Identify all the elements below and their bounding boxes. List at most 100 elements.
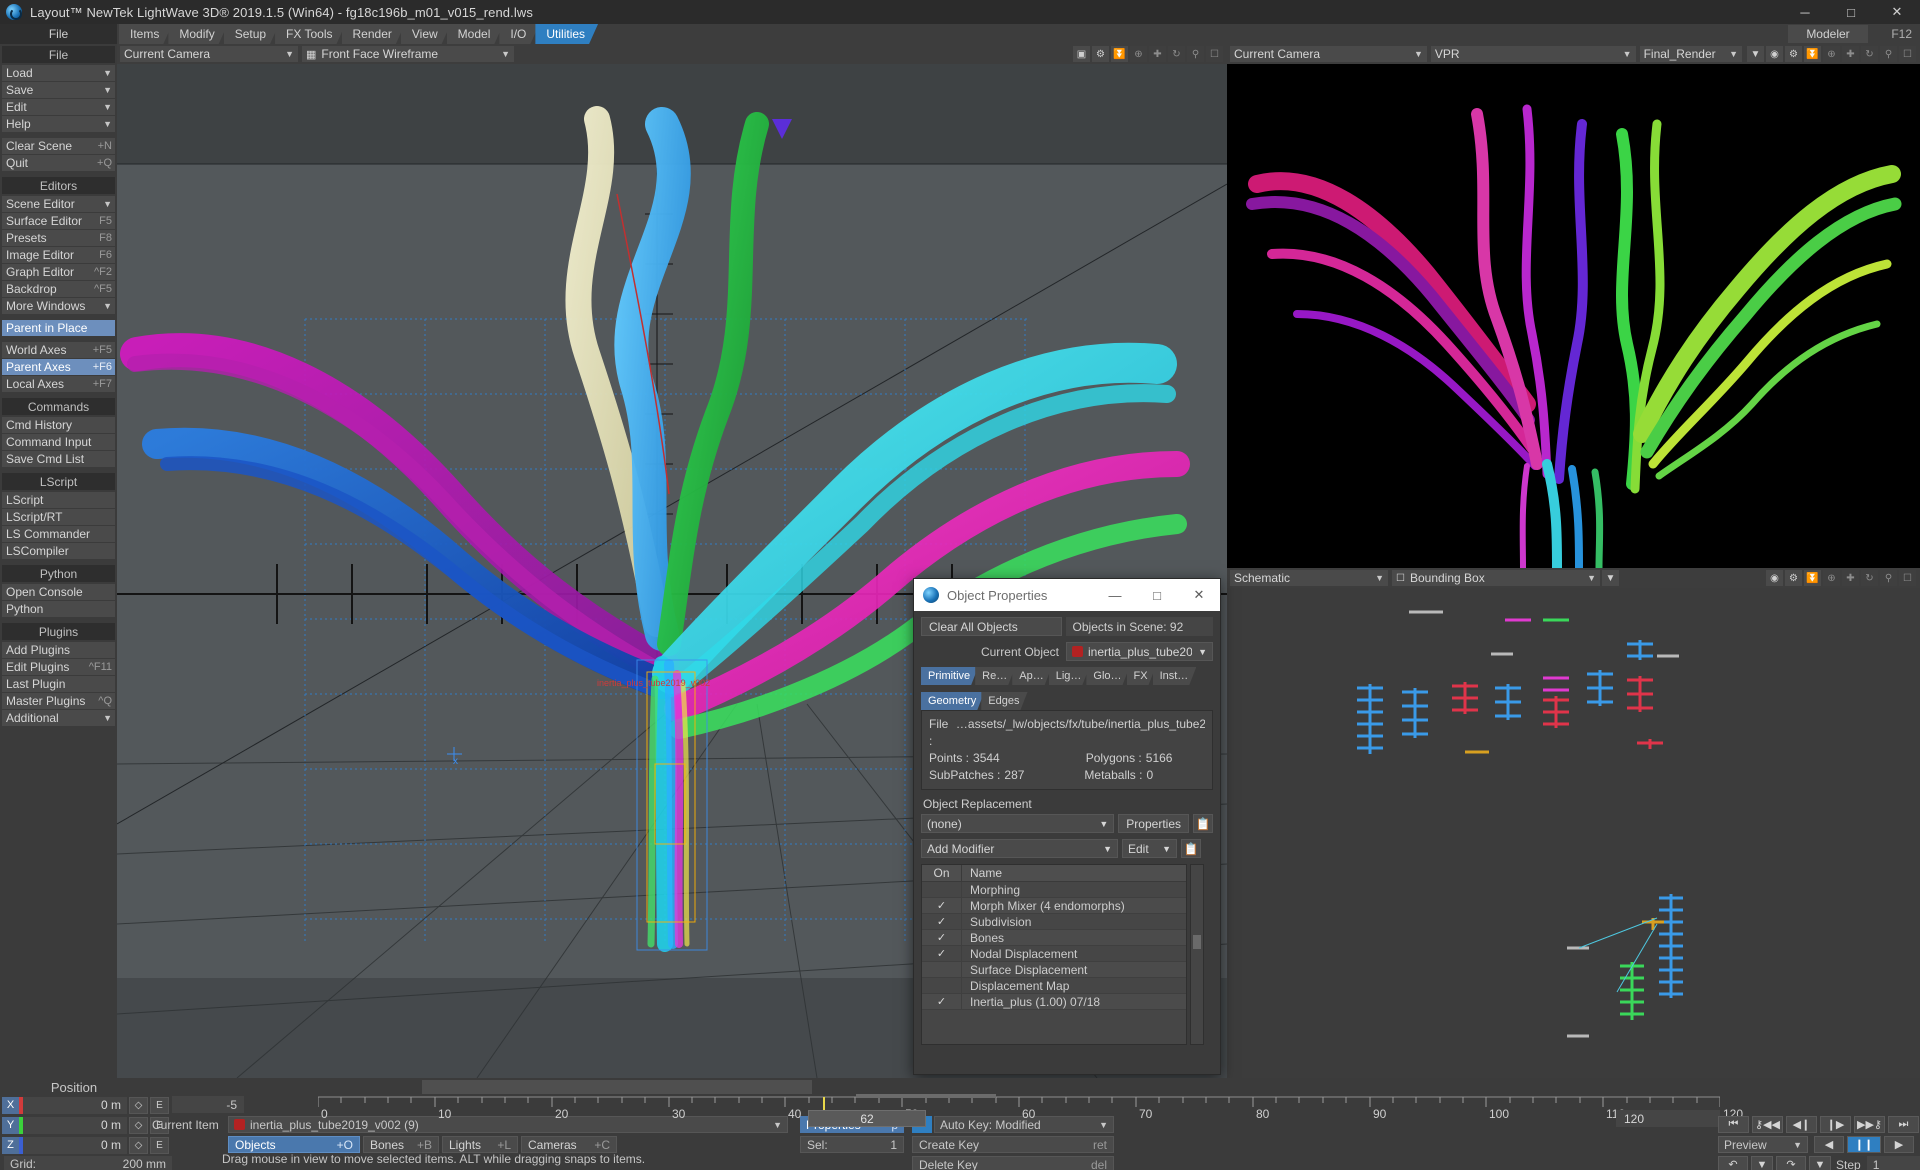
op-tab-2[interactable]: Ap… — [1012, 667, 1051, 685]
menu-tab-render[interactable]: Render — [342, 24, 405, 44]
viewport-export-icon[interactable]: ⏬ — [1111, 46, 1128, 62]
position-value-y[interactable]: 0 m — [23, 1116, 127, 1134]
sidebar-item-backdrop[interactable]: Backdrop ^F5 — [2, 281, 115, 297]
sidebar-item-presets[interactable]: Presets F8 — [2, 230, 115, 246]
sidebar-item-world-axes[interactable]: World Axes +F5 — [2, 342, 115, 358]
viewport-nav1-icon[interactable]: ⊕ — [1130, 46, 1147, 62]
sidebar-item-save[interactable]: Save ▼ — [2, 82, 115, 98]
modifier-clipboard-icon[interactable]: 📋 — [1181, 839, 1201, 858]
axis-nudge-icon[interactable]: ◇ — [129, 1136, 148, 1154]
table-row[interactable]: ✓ Morph Mixer (4 endomorphs) — [922, 898, 1186, 914]
modifier-edit-select[interactable]: Edit ▼ — [1122, 839, 1177, 858]
table-row[interactable]: ✓ Nodal Displacement — [922, 946, 1186, 962]
table-row[interactable]: Displacement Map — [922, 978, 1186, 994]
modifier-enabled-checkmark[interactable]: ✓ — [922, 946, 962, 961]
viewport-nav2-icon[interactable]: ✚ — [1149, 46, 1166, 62]
sidebar-item-lscript[interactable]: LScript — [2, 492, 115, 508]
prev-key-button[interactable]: ⚷◀◀ — [1752, 1116, 1783, 1133]
op-tab-6[interactable]: Inst… — [1153, 667, 1197, 685]
op-tab-4[interactable]: Glo… — [1086, 667, 1129, 685]
op-maximize-button[interactable]: □ — [1136, 579, 1178, 611]
viewport-rotate-icon[interactable]: ↻ — [1168, 46, 1185, 62]
sidebar-item-cmd-history[interactable]: Cmd History — [2, 417, 115, 433]
preview-select[interactable]: Preview ▼ — [1718, 1136, 1808, 1153]
prev-frame-button[interactable]: ◀❙ — [1786, 1116, 1817, 1133]
sidebar-item-last-plugin[interactable]: Last Plugin — [2, 676, 115, 692]
op-tab-0[interactable]: Primitive — [921, 667, 978, 685]
step-field[interactable]: 1 — [1866, 1156, 1920, 1170]
op-subtab-geometry[interactable]: Geometry — [921, 692, 984, 710]
sidebar-item-add-plugins[interactable]: Add Plugins — [2, 642, 115, 658]
add-modifier-select[interactable]: Add Modifier ▼ — [921, 839, 1118, 858]
schematic-save-icon[interactable]: ⏬ — [1804, 570, 1821, 586]
axis-badge-y[interactable]: Y — [2, 1116, 19, 1134]
table-row[interactable]: Morphing — [922, 882, 1186, 898]
sidebar-item-edit[interactable]: Edit ▼ — [2, 99, 115, 115]
schematic-chevron-icon[interactable]: ▼ — [1602, 570, 1619, 586]
viewport-display-mode-select[interactable]: ▦ Front Face Wireframe ▼ — [302, 46, 514, 62]
sidebar-item-help[interactable]: Help ▼ — [2, 116, 115, 132]
menu-tab-i-o[interactable]: I/O — [499, 24, 539, 44]
modifier-enabled-checkmark[interactable] — [922, 962, 962, 977]
modifier-table[interactable]: On Name Morphing ✓ Morph Mixer (4 endomorp… — [921, 864, 1187, 1045]
menu-tab-model[interactable]: Model — [447, 24, 504, 44]
op-tab-3[interactable]: Lig… — [1049, 667, 1090, 685]
next-key-button[interactable]: ▶▶⚷ — [1854, 1116, 1885, 1133]
close-button[interactable]: ✕ — [1874, 0, 1920, 24]
vpr-render-mode-select[interactable]: VPR ▼ — [1430, 46, 1636, 62]
schematic-display-mode-select[interactable]: ☐ Bounding Box ▼ — [1392, 570, 1600, 586]
last-frame-button[interactable]: ⏭ — [1888, 1116, 1919, 1133]
play-reverse-button[interactable]: ◀ — [1814, 1136, 1844, 1153]
modifier-enabled-checkmark[interactable]: ✓ — [922, 914, 962, 929]
menu-tab-fx-tools[interactable]: FX Tools — [275, 24, 345, 44]
table-row[interactable]: ✓ Bones — [922, 930, 1186, 946]
menu-tab-view[interactable]: View — [401, 24, 451, 44]
sidebar-item-load[interactable]: Load ▼ — [2, 65, 115, 81]
vpr-preset-select[interactable]: Final_Render ▼ — [1639, 46, 1742, 62]
object-replacement-clipboard-icon[interactable]: 📋 — [1193, 814, 1213, 833]
object-replacement-select[interactable]: (none) ▼ — [921, 814, 1115, 833]
sidebar-item-command-input[interactable]: Command Input — [2, 434, 115, 450]
undo-history-chevron-icon[interactable]: ▼ — [1751, 1156, 1773, 1170]
sidebar-item-lscompiler[interactable]: LSCompiler — [2, 543, 115, 559]
position-value-x[interactable]: 0 m — [23, 1096, 127, 1114]
create-key-button[interactable]: Create Key ret — [912, 1136, 1114, 1153]
menu-tab-utilities[interactable]: Utilities — [535, 24, 598, 44]
sidebar-item-quit[interactable]: Quit +Q — [2, 155, 115, 171]
modifier-enabled-checkmark[interactable] — [922, 882, 962, 897]
play-forward-button[interactable]: ▶ — [1884, 1136, 1914, 1153]
current-frame-field[interactable]: 62 — [808, 1110, 926, 1127]
schematic-zoom-icon[interactable]: ⚲ — [1880, 570, 1897, 586]
undo-button[interactable]: ↶ — [1718, 1156, 1748, 1170]
redo-history-chevron-icon[interactable]: ▼ — [1809, 1156, 1831, 1170]
sidebar-item-parent-axes[interactable]: Parent Axes +F6 — [2, 359, 115, 375]
schematic-view[interactable] — [1227, 588, 1920, 1078]
table-row[interactable]: ✓ Inertia_plus (1.00) 07/18 — [922, 994, 1186, 1010]
next-frame-button[interactable]: ❙▶ — [1820, 1116, 1851, 1133]
axis-badge-x[interactable]: X — [2, 1096, 19, 1114]
op-close-button[interactable]: ✕ — [1178, 579, 1220, 611]
current-object-select[interactable]: inertia_plus_tube20… ▼ — [1066, 642, 1213, 661]
sidebar-item-lscript-rt[interactable]: LScript/RT — [2, 509, 115, 525]
modifier-scrollbar-thumb[interactable] — [1193, 935, 1201, 949]
op-minimize-button[interactable]: — — [1094, 579, 1136, 611]
modeler-button[interactable]: Modeler — [1788, 25, 1868, 43]
vpr-nav2-icon[interactable]: ✚ — [1842, 46, 1859, 62]
menu-tab-modify[interactable]: Modify — [168, 24, 227, 44]
delete-key-button[interactable]: Delete Key del — [912, 1156, 1114, 1170]
sidebar-item-more-windows[interactable]: More Windows ▼ — [2, 298, 115, 314]
frame-start-field[interactable]: -5 — [172, 1096, 244, 1113]
vpr-nav1-icon[interactable]: ⊕ — [1823, 46, 1840, 62]
sidebar-item-python[interactable]: Python — [2, 601, 115, 617]
axis-badge-z[interactable]: Z — [2, 1136, 19, 1154]
redo-button[interactable]: ↷ — [1776, 1156, 1806, 1170]
menu-tab-items[interactable]: Items — [119, 24, 172, 44]
axis-envelope-button[interactable]: E — [150, 1096, 169, 1114]
sidebar-item-parent-in-place[interactable]: Parent in Place — [2, 320, 115, 336]
sidebar-item-additional[interactable]: Additional ▼ — [2, 710, 115, 726]
timeline[interactable]: 0102030405060708090100110120 62 120 — [317, 1094, 1743, 1128]
vpr-settings-gear-icon[interactable]: ⚙ — [1785, 46, 1802, 62]
vpr-render-view[interactable] — [1227, 64, 1920, 568]
axis-nudge-icon[interactable]: ◇ — [129, 1096, 148, 1114]
schematic-gear-icon[interactable]: ⚙ — [1785, 570, 1802, 586]
